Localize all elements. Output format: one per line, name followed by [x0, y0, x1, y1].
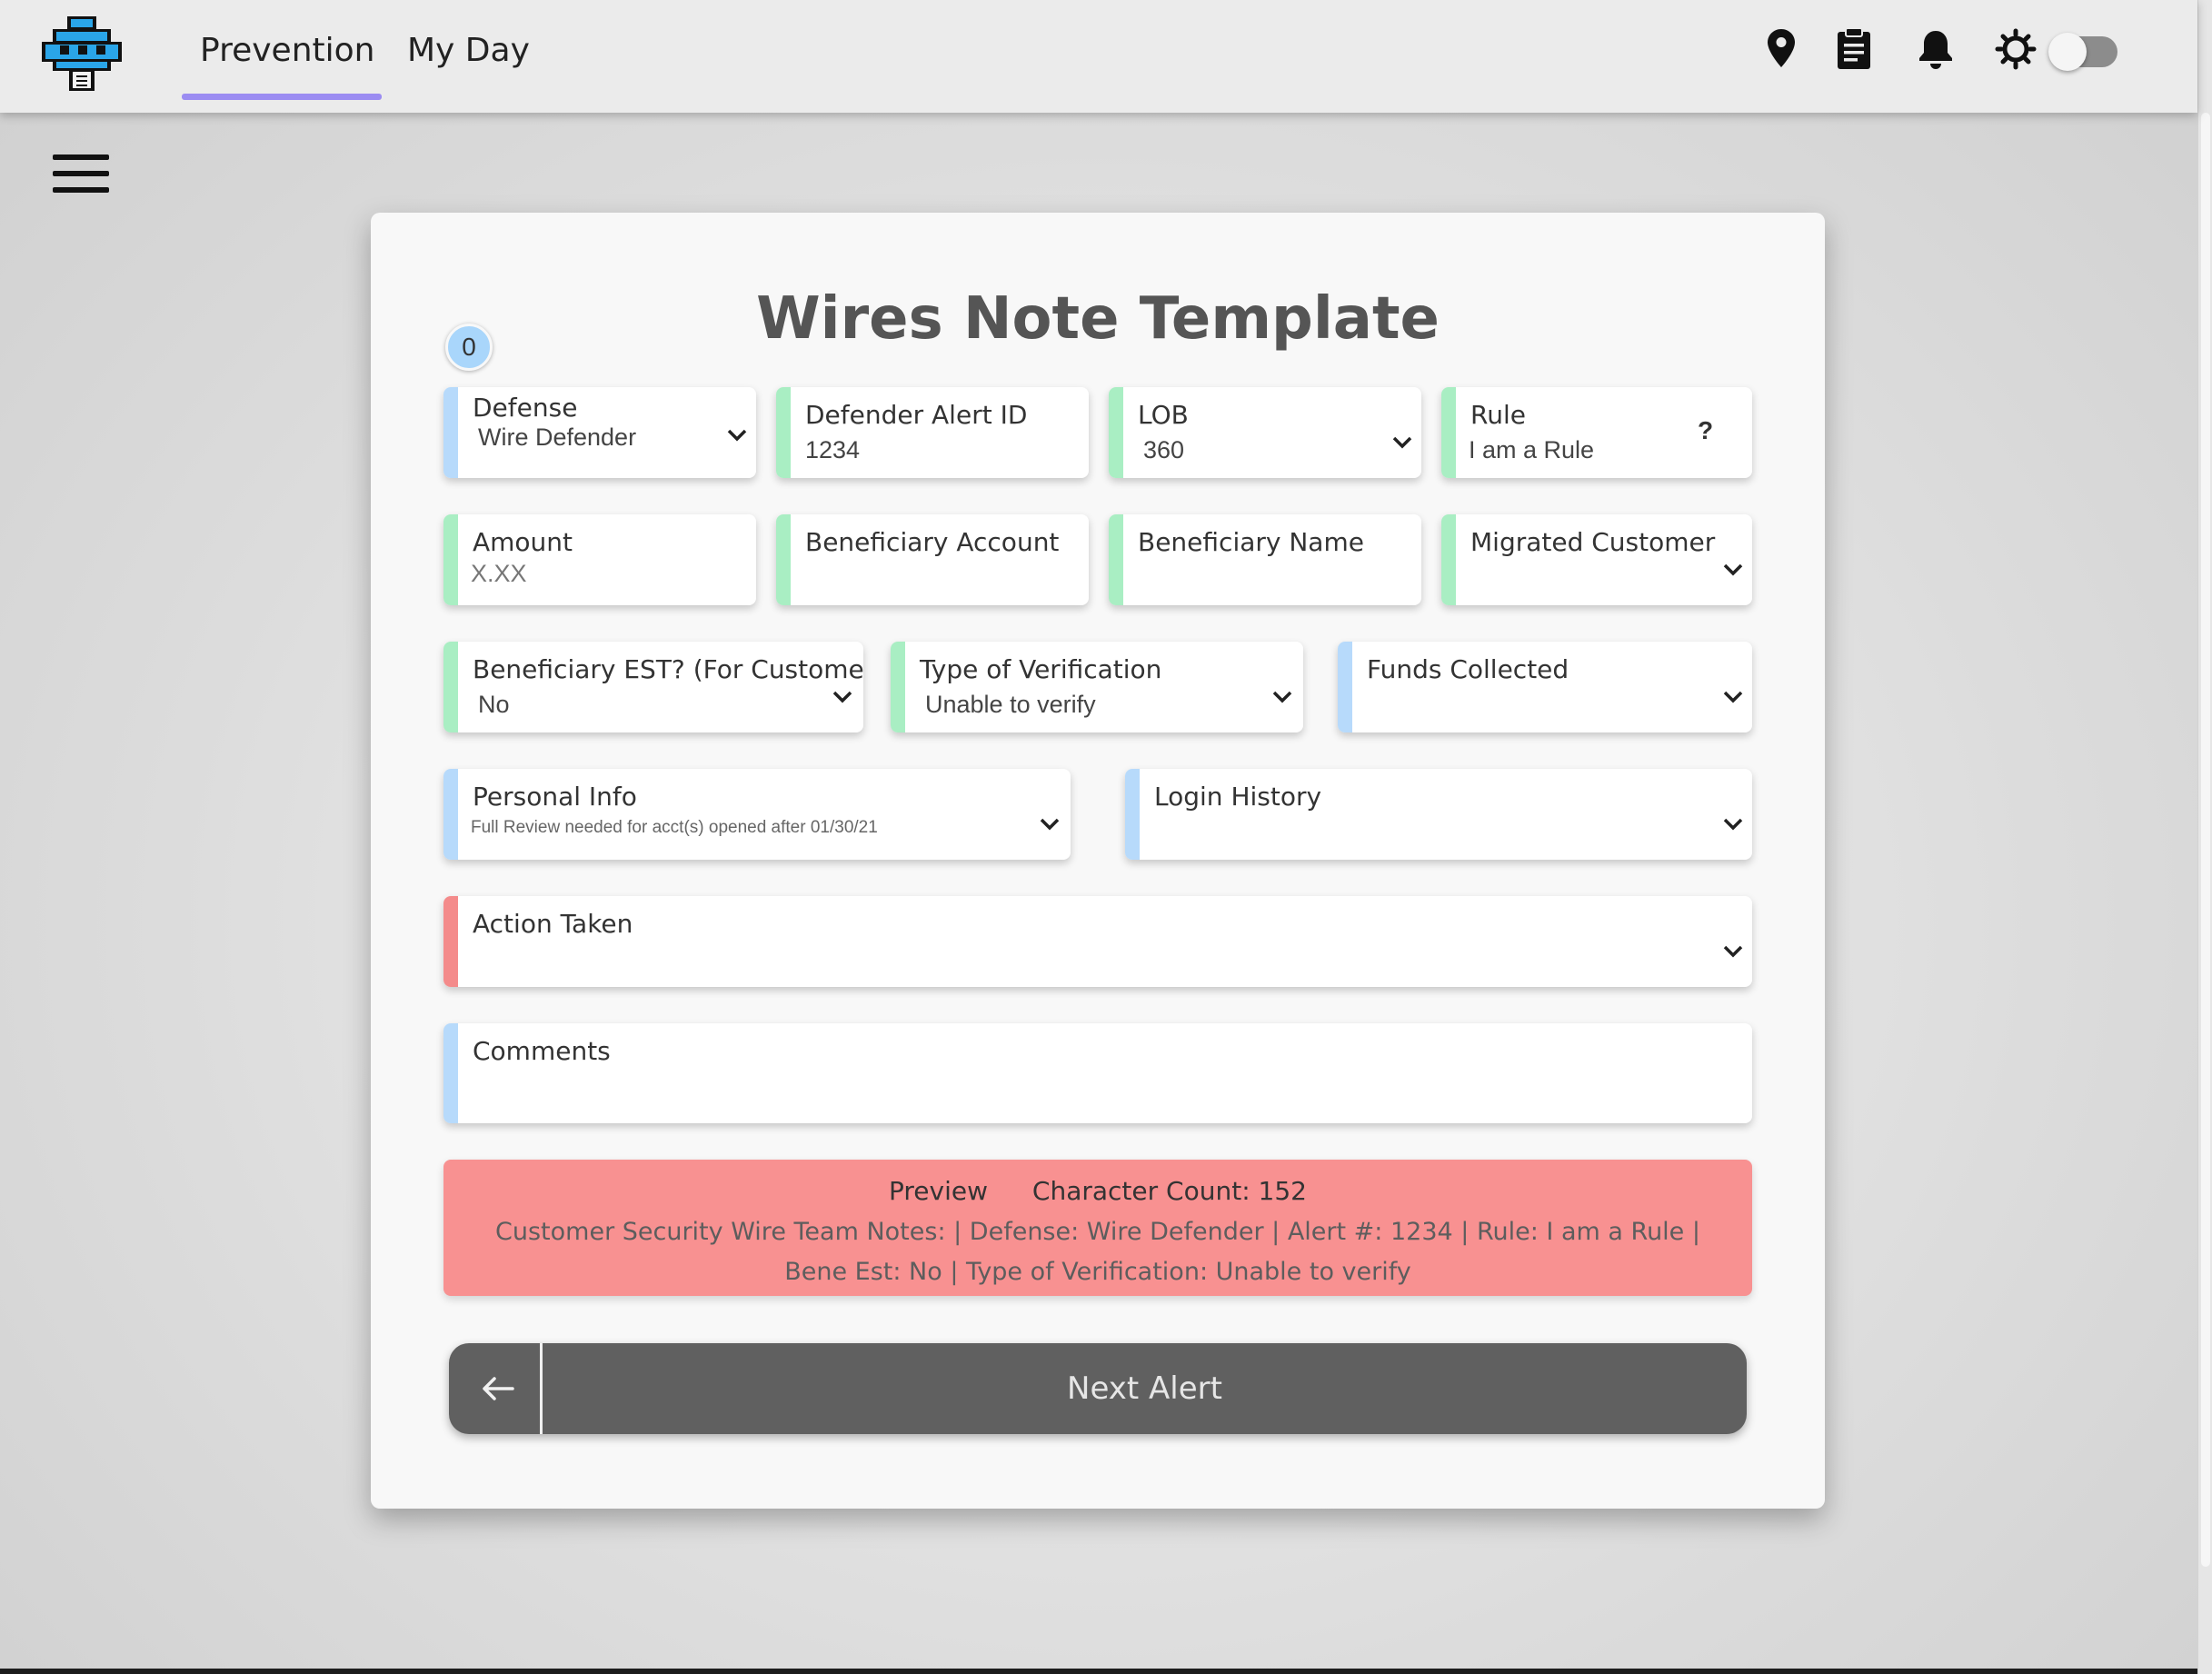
beneficiary-name-field[interactable]: Beneficiary Name	[1109, 514, 1421, 605]
beneficiary-account-label: Beneficiary Account	[805, 527, 1060, 557]
defender-alert-id-value: 1234	[805, 436, 861, 463]
beneficiary-est-value: No	[478, 691, 510, 718]
login-history-label: Login History	[1154, 782, 1322, 812]
action-taken-label: Action Taken	[473, 909, 633, 939]
next-alert-button[interactable]: Next Alert	[543, 1343, 1747, 1434]
chevron-down-icon	[727, 429, 747, 442]
lob-label: LOB	[1138, 400, 1189, 430]
preview-label: Preview	[889, 1176, 988, 1206]
vertical-scrollbar[interactable]	[2197, 0, 2212, 1674]
defender-alert-id-label: Defender Alert ID	[805, 400, 1028, 430]
funds-collected-label: Funds Collected	[1367, 654, 1569, 684]
rule-help-icon[interactable]: ?	[1698, 416, 1713, 445]
personal-info-hint: Full Review needed for acct(s) opened af…	[471, 818, 878, 837]
defense-value: Wire Defender	[478, 423, 637, 451]
login-history-select[interactable]: Login History	[1125, 769, 1752, 860]
theme-toggle[interactable]	[2048, 33, 2117, 71]
moon-icon	[2137, 35, 2154, 68]
amount-label: Amount	[473, 527, 573, 557]
previous-alert-button[interactable]	[449, 1343, 540, 1434]
personal-info-label: Personal Info	[473, 782, 637, 812]
type-of-verification-select[interactable]: Type of Verification Unable to verify	[891, 642, 1303, 732]
migrated-customer-select[interactable]: Migrated Customer	[1441, 514, 1752, 605]
clipboard-icon[interactable]	[1830, 25, 1878, 73]
preview-text: Customer Security Wire Team Notes: | Def…	[495, 1218, 1700, 1286]
chevron-down-icon	[1723, 818, 1743, 831]
comments-textarea[interactable]: Comments	[443, 1023, 1752, 1123]
chevron-down-icon	[1392, 436, 1412, 449]
tab-prevention[interactable]: Prevention	[200, 25, 374, 76]
amount-input[interactable]: Amount X.XX	[443, 514, 756, 605]
bell-icon[interactable]	[1912, 25, 1959, 73]
rule-field[interactable]: Rule I am a Rule ?	[1441, 387, 1752, 478]
type-of-verification-value: Unable to verify	[925, 691, 1096, 718]
arrow-left-icon	[483, 1377, 514, 1400]
location-pin-icon[interactable]	[1758, 25, 1805, 73]
comments-label: Comments	[473, 1036, 611, 1066]
funds-collected-select[interactable]: Funds Collected	[1338, 642, 1752, 732]
type-of-verification-label: Type of Verification	[920, 654, 1162, 684]
migrated-customer-label: Migrated Customer	[1470, 527, 1716, 557]
beneficiary-account-field[interactable]: Beneficiary Account	[776, 514, 1089, 605]
tab-my-day[interactable]: My Day	[407, 25, 530, 76]
defender-alert-id-field[interactable]: Defender Alert ID 1234	[776, 387, 1089, 478]
character-count: Character Count: 152	[1031, 1176, 1307, 1206]
chevron-down-icon	[1040, 818, 1060, 831]
lob-value: 360	[1143, 436, 1185, 463]
beneficiary-est-label: Beneficiary EST? (For Customer)	[473, 654, 863, 684]
chevron-down-icon	[1723, 945, 1743, 958]
app-logo-icon[interactable]	[40, 15, 124, 91]
rule-label: Rule	[1470, 400, 1526, 430]
chevron-down-icon	[1272, 691, 1292, 703]
rule-value: I am a Rule	[1469, 436, 1595, 463]
page-title: Wires Note Template	[756, 285, 1440, 353]
lob-select[interactable]: LOB 360	[1109, 387, 1421, 478]
note-template-card: Wires Note Template 0 Defense Wire Defen…	[371, 213, 1825, 1509]
scrollbar-thumb[interactable]	[2201, 113, 2210, 1567]
sun-icon[interactable]	[1992, 25, 2039, 73]
amount-placeholder: X.XX	[471, 560, 527, 587]
toggle-knob	[2048, 33, 2087, 71]
defense-label: Defense	[473, 393, 578, 423]
beneficiary-est-select[interactable]: Beneficiary EST? (For Customer) No	[443, 642, 863, 732]
personal-info-select[interactable]: Personal Info Full Review needed for acc…	[443, 769, 1071, 860]
chevron-down-icon	[1723, 563, 1743, 576]
beneficiary-name-label: Beneficiary Name	[1138, 527, 1364, 557]
chevron-down-icon	[832, 691, 852, 703]
top-navigation-bar: Prevention My Day	[0, 0, 2197, 113]
alert-navigation-bar: Next Alert	[449, 1343, 1747, 1434]
note-preview-panel: Preview Character Count: 152 Customer Se…	[443, 1160, 1752, 1296]
counter-badge: 0	[445, 324, 493, 371]
active-tab-indicator	[182, 94, 382, 100]
action-taken-select[interactable]: Action Taken	[443, 896, 1752, 987]
menu-hamburger-icon[interactable]	[53, 154, 111, 198]
chevron-down-icon	[1723, 691, 1743, 703]
window-bottom-edge	[0, 1669, 2197, 1674]
defense-select[interactable]: Defense Wire Defender	[443, 387, 756, 478]
